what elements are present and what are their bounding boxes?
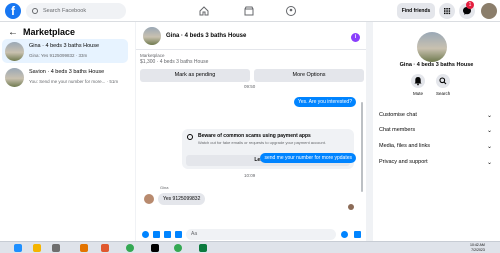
chevron-down-icon: ⌄ (486, 128, 492, 134)
chrome-icon[interactable] (174, 244, 182, 252)
row-label: Privacy and support (379, 159, 428, 165)
search-placeholder: Search Facebook (43, 8, 87, 14)
app-icon[interactable] (199, 244, 207, 252)
date: 7/2/2023 (471, 247, 485, 252)
conversation-name: Savion · 4 beds 3 baths House (29, 69, 105, 75)
row-label: Customise chat (379, 112, 417, 118)
sticker-icon[interactable] (164, 231, 171, 238)
file-explorer-icon[interactable] (33, 244, 41, 252)
scam-warning-card: Beware of common scams using payment app… (182, 129, 354, 169)
listing-label: Marketplace (140, 53, 165, 58)
search-icon (32, 8, 38, 14)
house-thumbnail (5, 42, 24, 61)
privacy-support-row[interactable]: Privacy and support ⌄ (379, 159, 494, 171)
groups-icon[interactable] (285, 5, 297, 17)
customise-chat-row[interactable]: Customise chat ⌄ (379, 112, 494, 124)
find-friends-button[interactable]: Find friends (397, 3, 435, 19)
search-label: Search (436, 91, 451, 96)
sender-avatar[interactable] (144, 194, 154, 204)
conversation-item[interactable]: Savion · 4 beds 3 baths House You: Send … (2, 65, 128, 89)
like-icon[interactable] (354, 231, 361, 238)
bell-icon (414, 77, 422, 86)
notification-badge: 1 (466, 1, 474, 9)
info-title: Gina · 4 beds 3 baths House (399, 62, 474, 68)
chat-members-row[interactable]: Chat members ⌄ (379, 127, 494, 139)
house-thumbnail (417, 32, 447, 62)
back-arrow-icon[interactable]: ← (8, 27, 18, 38)
top-bar: f Search Facebook Find friends 1 (0, 0, 500, 22)
row-label: Chat members (379, 127, 416, 133)
sent-message[interactable]: Yes. Are you interested? (293, 97, 356, 107)
home-icon[interactable] (198, 5, 210, 17)
conversation-list: ← Marketplace Gina · 4 beds 3 baths House… (0, 22, 135, 241)
windows-start-icon[interactable] (14, 244, 22, 252)
marketplace-icon[interactable] (243, 5, 255, 17)
conversation-preview: You: Send me your number for more... · 5… (29, 79, 119, 84)
scam-title: Beware of common scams using payment app… (198, 133, 311, 139)
chevron-down-icon: ⌄ (486, 160, 492, 166)
seen-avatar (348, 204, 354, 210)
mark-pending-button[interactable]: Mark as pending (140, 69, 250, 82)
image-icon[interactable] (153, 231, 160, 238)
profile-avatar[interactable] (481, 3, 497, 19)
received-message[interactable]: Yes 9125099832 (158, 193, 206, 205)
scam-subtitle: Watch out for fake emails or requests to… (198, 140, 326, 145)
shield-icon (187, 134, 193, 140)
sender-name: Gina (160, 185, 169, 190)
settings-icon[interactable] (52, 244, 60, 252)
facebook-logo[interactable]: f (5, 3, 21, 19)
app-icon[interactable] (80, 244, 88, 252)
chat-header: Gina · 4 beds 3 baths House i (136, 22, 366, 50)
chrome-icon[interactable] (126, 244, 134, 252)
more-options-button[interactable]: More Options (254, 69, 364, 82)
marketplace-header: ← Marketplace (8, 27, 75, 38)
emoji-icon[interactable] (341, 231, 348, 238)
taskbar: 10:42 AM 7/2/2023 (0, 241, 500, 253)
message-input[interactable]: Aa (186, 229, 336, 240)
message-timestamp: 09:50 (244, 84, 256, 89)
conversation-item[interactable]: Gina · 4 beds 3 baths House Gina: Yes 91… (2, 39, 128, 63)
house-thumbnail[interactable] (143, 27, 161, 45)
media-files-row[interactable]: Media, files and links ⌄ (379, 143, 494, 155)
house-thumbnail (5, 68, 24, 87)
search-input[interactable]: Search Facebook (26, 3, 126, 19)
search-chat-button[interactable] (436, 74, 450, 88)
message-composer: Aa (136, 229, 366, 241)
page-title: Marketplace (23, 27, 76, 37)
chat-info-panel: Gina · 4 beds 3 baths House Mute Search … (373, 22, 500, 241)
chat-title[interactable]: Gina · 4 beds 3 baths House (166, 33, 246, 39)
scrollbar-thumb[interactable] (361, 102, 363, 192)
gif-icon[interactable] (175, 231, 182, 238)
tiktok-icon[interactable] (151, 244, 159, 252)
clock[interactable]: 10:42 AM 7/2/2023 (470, 243, 485, 252)
grid-menu-icon (444, 8, 451, 15)
time: 10:42 AM (470, 243, 485, 247)
conversation-name: Gina · 4 beds 3 baths House (29, 43, 100, 49)
listing-price[interactable]: $1,300 · 4 beds 3 baths House (140, 59, 208, 65)
sent-message[interactable]: send me your number for more ypdates (260, 153, 356, 163)
chat-panel: Gina · 4 beds 3 baths House i Marketplac… (136, 22, 366, 241)
chevron-down-icon: ⌄ (486, 113, 492, 119)
plus-icon[interactable] (142, 231, 149, 238)
mute-label: Mute (413, 91, 424, 96)
info-icon[interactable]: i (351, 33, 360, 42)
conversation-preview: Gina: Yes 9125099832 · 33m (29, 53, 88, 58)
menu-button[interactable] (439, 3, 455, 19)
scrollbar[interactable] (360, 94, 364, 206)
chevron-down-icon: ⌄ (486, 144, 492, 150)
search-icon (439, 77, 447, 85)
mute-button[interactable] (411, 74, 425, 88)
row-label: Media, files and links (379, 143, 431, 149)
message-timestamp: 10:09 (244, 173, 256, 178)
app-icon[interactable] (101, 244, 109, 252)
